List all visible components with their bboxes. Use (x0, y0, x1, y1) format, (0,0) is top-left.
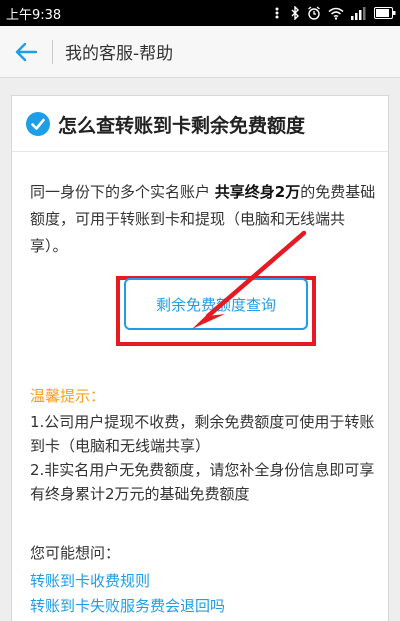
related-heading: 您可能想问： (30, 544, 121, 562)
tip-item: 1.公司用户提现不收费，剩余免费额度可使用于转账到卡（电脑和无线端共享） (30, 413, 375, 455)
tips-list: 1.公司用户提现不收费，剩余免费额度可使用于转账到卡（电脑和无线端共享） 2.非… (30, 410, 380, 506)
signal-icon (351, 6, 366, 20)
back-button[interactable] (10, 36, 42, 68)
status-time: 上午9:38 (6, 8, 62, 23)
nav-divider (52, 40, 53, 64)
wifi-icon (328, 7, 344, 20)
remaining-quota-query-button[interactable]: 剩余免费额度查询 (124, 278, 308, 330)
query-button-label: 剩余免费额度查询 (155, 295, 276, 314)
description-bold: 共享终身2万 (214, 183, 301, 201)
bluetooth-icon (291, 6, 299, 20)
help-card: 怎么查转账到卡剩余免费额度 同一身份下的多个实名账户 共享终身2万的免费基础额度… (11, 95, 389, 621)
status-bar: 上午9:38 (0, 0, 400, 26)
tips-heading: 温馨提示： (30, 387, 106, 405)
tip-item: 2.非实名用户无免费额度，请您补全身份信息即可享有终身累计2万元的基础免费额度 (30, 461, 375, 503)
description: 同一身份下的多个实名账户 共享终身2万的免费基础额度，可用于转账到卡和提现（电脑… (30, 179, 380, 260)
card-title: 怎么查转账到卡剩余免费额度 (58, 115, 306, 137)
back-arrow-icon (15, 42, 37, 62)
status-icons (271, 3, 396, 23)
card-header: 怎么查转账到卡剩余免费额度 (12, 96, 388, 152)
related-link-fee-rules[interactable]: 转账到卡收费规则 (30, 570, 150, 591)
battery-icon (374, 7, 396, 19)
page-title: 我的客服-帮助 (65, 44, 174, 64)
dots-icon (275, 7, 279, 19)
related-link-refund[interactable]: 转账到卡失败服务费会退回吗 (30, 595, 225, 616)
check-circle-icon (26, 112, 50, 136)
alarm-icon (308, 6, 320, 20)
description-part1: 同一身份下的多个实名账户 (30, 183, 215, 201)
nav-bar: 我的客服-帮助 (0, 26, 400, 78)
